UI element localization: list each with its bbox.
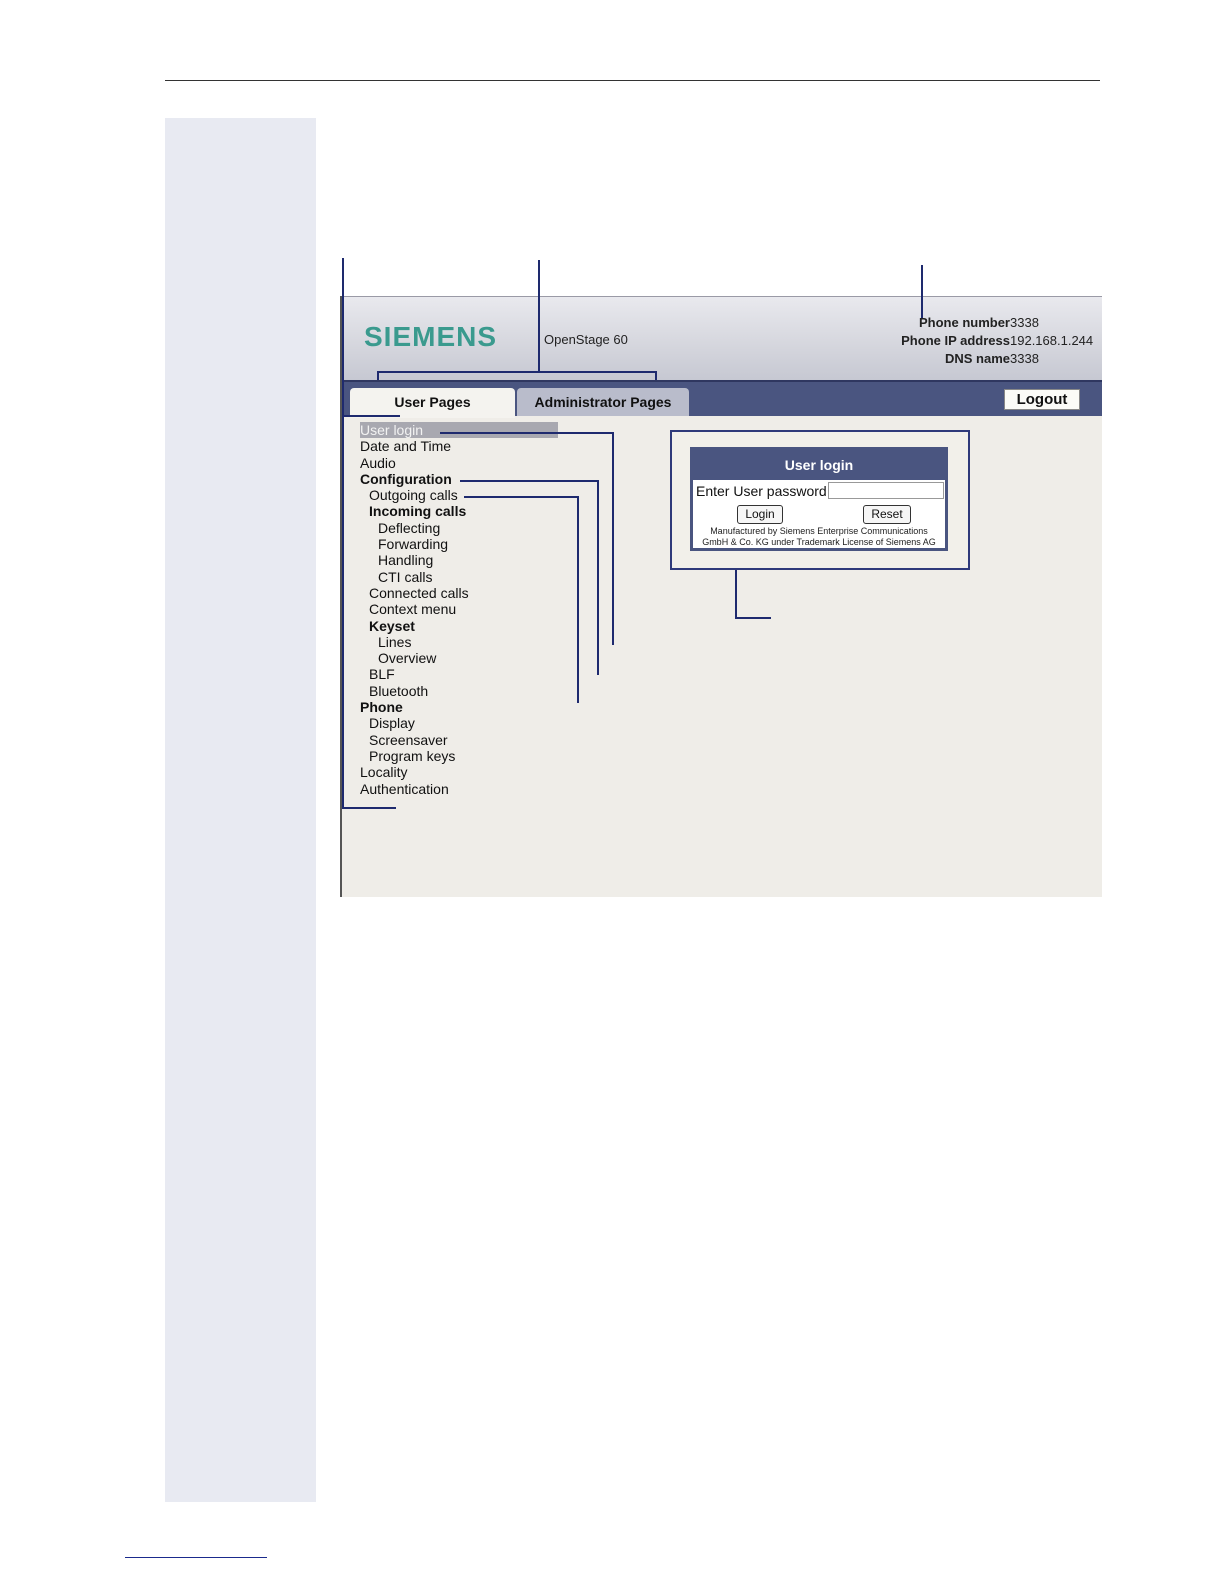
nav-item-blf[interactable]: BLF bbox=[360, 666, 580, 682]
nav-item-outgoing-calls[interactable]: Outgoing calls bbox=[360, 487, 580, 503]
tab-administrator-pages[interactable]: Administrator Pages bbox=[517, 388, 689, 416]
dns-label: DNS name bbox=[944, 351, 1010, 366]
nav-item-locality[interactable]: Locality bbox=[360, 764, 580, 780]
login-button[interactable]: Login bbox=[737, 505, 783, 524]
ip-value: 192.168.1.244 bbox=[1010, 333, 1094, 348]
margin-column bbox=[165, 118, 316, 1502]
nav-item-overview[interactable]: Overview bbox=[360, 650, 580, 666]
page-header: SIEMENS OpenStage 60 Phone number3338 Ph… bbox=[342, 296, 1102, 381]
nav-item-cti-calls[interactable]: CTI calls bbox=[360, 569, 580, 585]
nav-item-program-keys[interactable]: Program keys bbox=[360, 748, 580, 764]
phone-number-row: Phone number3338 bbox=[901, 314, 1092, 332]
tab-user-pages[interactable]: User Pages bbox=[350, 388, 515, 418]
nav-item-phone[interactable]: Phone bbox=[360, 699, 580, 715]
nav-item-authentication[interactable]: Authentication bbox=[360, 781, 580, 797]
dns-row: DNS name3338 bbox=[901, 350, 1092, 368]
phone-number-value: 3338 bbox=[1010, 315, 1039, 330]
fine-print-line-2: GmbH & Co. KG under Trademark License of… bbox=[702, 537, 936, 547]
password-input[interactable] bbox=[828, 482, 944, 499]
nav-item-date-and-time[interactable]: Date and Time bbox=[360, 438, 580, 454]
ip-label: Phone IP address bbox=[901, 333, 1010, 348]
nav-item-lines[interactable]: Lines bbox=[360, 634, 580, 650]
nav-item-keyset[interactable]: Keyset bbox=[360, 618, 580, 634]
dns-value: 3338 bbox=[1010, 351, 1039, 366]
phone-number-label: Phone number bbox=[918, 315, 1010, 330]
nav-item-forwarding[interactable]: Forwarding bbox=[360, 536, 580, 552]
reset-button[interactable]: Reset bbox=[863, 505, 911, 524]
nav-item-bluetooth[interactable]: Bluetooth bbox=[360, 683, 580, 699]
footer-rule bbox=[125, 1557, 267, 1558]
login-title: User login bbox=[784, 457, 854, 473]
phone-info: Phone number3338 Phone IP address192.168… bbox=[901, 314, 1094, 368]
nav-item-user-login[interactable]: User login bbox=[360, 422, 558, 439]
manufacturer-note: Manufactured by Siemens Enterprise Commu… bbox=[693, 526, 945, 548]
login-form: Enter User password Login Reset Manufact… bbox=[693, 480, 945, 548]
nav-item-deflecting[interactable]: Deflecting bbox=[360, 520, 580, 536]
nav-item-screensaver[interactable]: Screensaver bbox=[360, 732, 580, 748]
login-area: User login Enter User password Login Res… bbox=[670, 430, 970, 570]
logout-button[interactable]: Logout bbox=[1004, 389, 1080, 410]
top-rule bbox=[165, 80, 1100, 81]
siemens-logo: SIEMENS bbox=[364, 321, 498, 352]
login-dialog: User login Enter User password Login Res… bbox=[690, 447, 948, 551]
nav-item-handling[interactable]: Handling bbox=[360, 552, 580, 568]
phone-model: OpenStage 60 bbox=[544, 332, 628, 347]
nav-item-incoming-calls[interactable]: Incoming calls bbox=[360, 503, 580, 519]
navigation-menu: User login Date and Time Audio Configuratio… bbox=[360, 422, 580, 797]
fine-print-line-1: Manufactured by Siemens Enterprise Commu… bbox=[710, 526, 928, 536]
web-interface-screenshot: SIEMENS OpenStage 60 Phone number3338 Ph… bbox=[340, 296, 1102, 897]
nav-item-display[interactable]: Display bbox=[360, 715, 580, 731]
ip-row: Phone IP address192.168.1.244 bbox=[901, 332, 1094, 350]
password-label: Enter User password bbox=[696, 483, 827, 499]
nav-item-context-menu[interactable]: Context menu bbox=[360, 601, 580, 617]
nav-item-connected-calls[interactable]: Connected calls bbox=[360, 585, 580, 601]
tab-bar: User Pages Administrator Pages Logout bbox=[342, 380, 1102, 418]
nav-item-configuration[interactable]: Configuration bbox=[360, 471, 580, 487]
nav-item-audio[interactable]: Audio bbox=[360, 455, 580, 471]
